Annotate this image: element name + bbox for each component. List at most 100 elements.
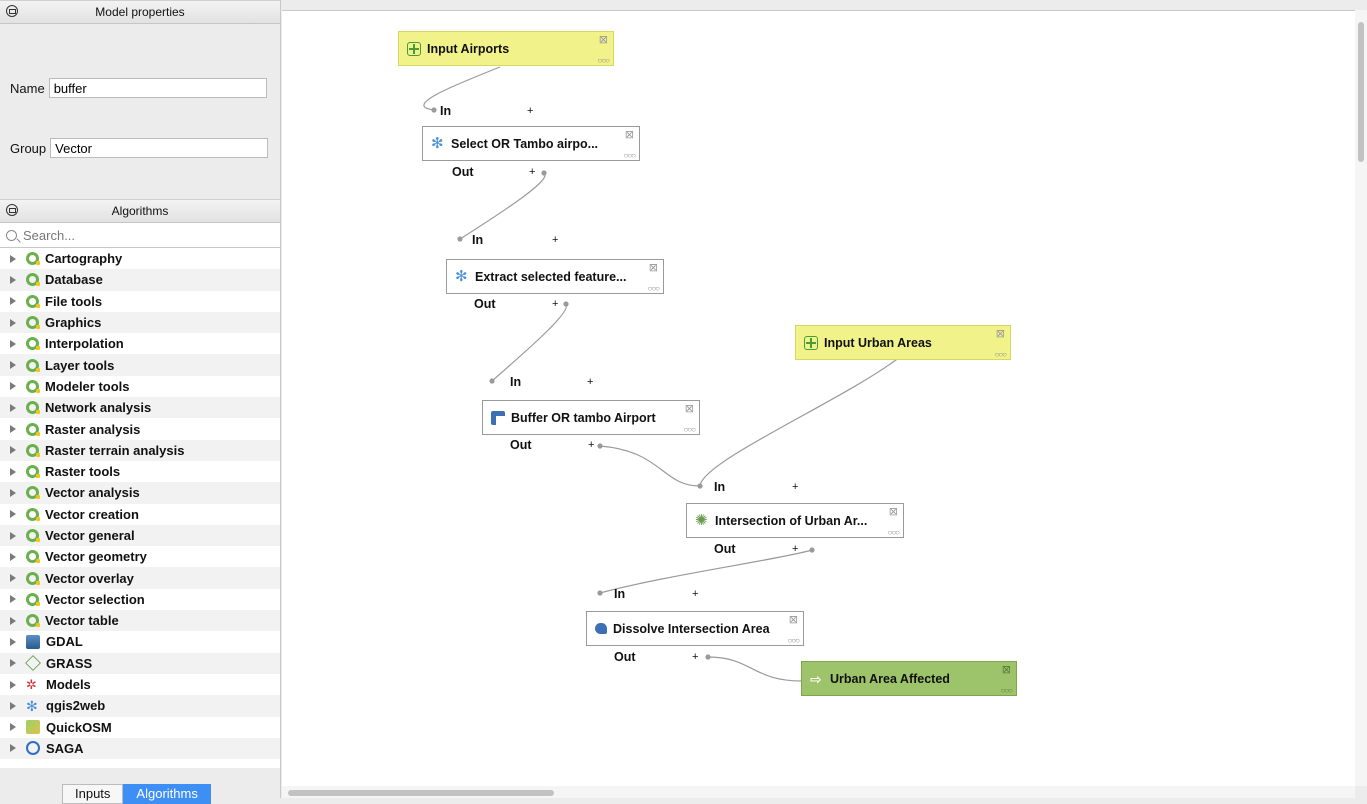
port-plus[interactable]: +: [692, 588, 698, 600]
node-buffer[interactable]: Buffer OR tambo Airport ⊠ ○○○: [482, 400, 700, 435]
port-plus[interactable]: +: [587, 376, 593, 388]
tree-item[interactable]: GRASS: [0, 652, 280, 674]
vertical-scroll-thumb[interactable]: [1358, 22, 1364, 162]
port-plus[interactable]: +: [529, 166, 535, 178]
remove-node-icon[interactable]: ⊠: [789, 613, 798, 626]
tree-item[interactable]: Layer tools: [0, 354, 280, 376]
tree-item[interactable]: ✻ qgis2web: [0, 695, 280, 717]
port-plus[interactable]: +: [792, 543, 798, 555]
more-icon[interactable]: ○○○: [648, 284, 660, 293]
node-input-urban-areas[interactable]: Input Urban Areas ⊠ ○○○: [795, 325, 1011, 360]
tree-item[interactable]: File tools: [0, 291, 280, 312]
port-plus[interactable]: +: [527, 105, 533, 117]
tree-item[interactable]: Vector selection: [0, 589, 280, 610]
remove-node-icon[interactable]: ⊠: [625, 128, 634, 141]
tree-item-label: Cartography: [45, 251, 123, 267]
tree-item[interactable]: Network analysis: [0, 397, 280, 419]
expand-arrow-icon[interactable]: [10, 574, 16, 583]
expand-arrow-icon[interactable]: [10, 382, 16, 391]
tree-item[interactable]: ✲ Models: [0, 674, 280, 695]
expand-arrow-icon[interactable]: [10, 510, 16, 519]
group-field[interactable]: [50, 138, 269, 158]
search-input[interactable]: Search...: [0, 223, 280, 248]
tree-item[interactable]: Interpolation: [0, 333, 280, 354]
tree-item[interactable]: Raster terrain analysis: [0, 439, 280, 461]
tree-item[interactable]: Raster tools: [0, 461, 280, 482]
tree-item[interactable]: Graphics: [0, 311, 280, 334]
remove-node-icon[interactable]: ⊠: [685, 402, 694, 415]
tree-item[interactable]: SAGA: [0, 737, 280, 760]
remove-node-icon[interactable]: ⊠: [889, 505, 898, 518]
expand-arrow-icon[interactable]: [10, 723, 16, 732]
expand-arrow-icon[interactable]: [10, 403, 16, 412]
expand-arrow-icon[interactable]: [10, 531, 16, 540]
expand-arrow-icon[interactable]: [10, 361, 16, 370]
tree-item[interactable]: Raster analysis: [0, 418, 280, 439]
node-dissolve[interactable]: Dissolve Intersection Area ⊠ ○○○: [586, 611, 804, 646]
tree-item[interactable]: GDAL: [0, 631, 280, 652]
name-field[interactable]: [48, 78, 267, 98]
gear-icon: ✻: [431, 134, 444, 152]
model-canvas[interactable]: Input Airports ⊠ ○○○ In + ✻ Select OR Tam…: [282, 10, 1355, 787]
tree-item[interactable]: Database: [0, 269, 280, 291]
more-icon[interactable]: ○○○: [1001, 686, 1013, 695]
expand-arrow-icon[interactable]: [10, 659, 16, 668]
horizontal-scroll-thumb[interactable]: [288, 790, 554, 796]
expand-arrow-icon[interactable]: [10, 254, 16, 263]
node-extract-selected[interactable]: ✻ Extract selected feature... ⊠ ○○○: [446, 259, 664, 294]
remove-node-icon[interactable]: ⊠: [996, 327, 1005, 340]
tree-item[interactable]: Vector overlay: [0, 567, 280, 589]
expand-arrow-icon[interactable]: [10, 425, 16, 434]
node-output-urban-area-affected[interactable]: ⇨ Urban Area Affected ⊠ ○○○: [801, 661, 1017, 696]
port-in-label: In: [614, 587, 626, 601]
remove-node-icon[interactable]: ⊠: [599, 33, 608, 46]
tree-item[interactable]: Vector geometry: [0, 546, 280, 567]
expand-arrow-icon[interactable]: [10, 488, 16, 497]
expand-arrow-icon[interactable]: [10, 744, 16, 753]
more-icon[interactable]: ○○○: [684, 425, 696, 434]
node-input-airports[interactable]: Input Airports ⊠ ○○○: [398, 31, 614, 66]
expand-arrow-icon[interactable]: [10, 297, 16, 306]
node-label: Urban Area Affected: [830, 671, 950, 686]
more-icon[interactable]: ○○○: [598, 56, 610, 65]
port-plus[interactable]: +: [692, 651, 698, 663]
port-plus[interactable]: +: [792, 481, 798, 493]
tree-item[interactable]: Vector table: [0, 610, 280, 632]
float-panel-icon[interactable]: [6, 5, 18, 17]
expand-arrow-icon[interactable]: [10, 552, 16, 561]
node-intersection[interactable]: ✺ Intersection of Urban Ar... ⊠ ○○○: [686, 503, 904, 538]
tree-item[interactable]: Vector analysis: [0, 482, 280, 504]
more-icon[interactable]: ○○○: [888, 528, 900, 537]
expand-arrow-icon[interactable]: [10, 595, 16, 604]
remove-node-icon[interactable]: ⊠: [649, 261, 658, 274]
expand-arrow-icon[interactable]: [10, 616, 16, 625]
port-plus[interactable]: +: [552, 234, 558, 246]
tree-item[interactable]: Cartography: [0, 248, 280, 269]
tree-item[interactable]: Modeler tools: [0, 376, 280, 397]
more-icon[interactable]: ○○○: [624, 151, 636, 160]
port-plus[interactable]: +: [588, 439, 594, 451]
input-plus-icon: [804, 335, 818, 350]
expand-arrow-icon[interactable]: [10, 339, 16, 348]
vertical-scrollbar[interactable]: [1355, 10, 1367, 786]
expand-arrow-icon[interactable]: [10, 637, 16, 646]
more-icon[interactable]: ○○○: [788, 636, 800, 645]
tab-inputs[interactable]: Inputs: [62, 784, 124, 804]
tree-item-label: Raster terrain analysis: [45, 442, 185, 458]
tab-algorithms[interactable]: Algorithms: [123, 784, 211, 804]
horizontal-scrollbar[interactable]: [282, 786, 1355, 798]
tree-item[interactable]: QuickOSM: [0, 717, 280, 738]
port-plus[interactable]: +: [552, 298, 558, 310]
float-panel-icon[interactable]: [6, 204, 18, 216]
more-icon[interactable]: ○○○: [995, 350, 1007, 359]
expand-arrow-icon[interactable]: [10, 701, 16, 710]
expand-arrow-icon[interactable]: [10, 318, 16, 327]
tree-item[interactable]: Vector general: [0, 524, 280, 547]
remove-node-icon[interactable]: ⊠: [1002, 663, 1011, 676]
expand-arrow-icon[interactable]: [10, 275, 16, 284]
node-select-or-tambo[interactable]: ✻ Select OR Tambo airpo... ⊠ ○○○: [422, 126, 640, 161]
expand-arrow-icon[interactable]: [10, 446, 16, 455]
expand-arrow-icon[interactable]: [10, 467, 16, 476]
tree-item[interactable]: Vector creation: [0, 504, 280, 525]
expand-arrow-icon[interactable]: [10, 680, 16, 689]
